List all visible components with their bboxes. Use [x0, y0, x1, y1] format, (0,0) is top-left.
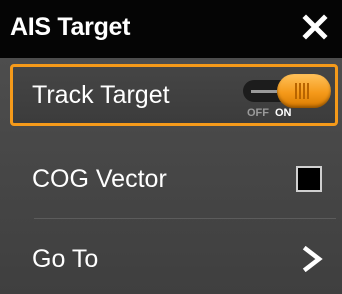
chevron-right-icon[interactable]: [302, 246, 324, 272]
toggle-track-line: [251, 90, 277, 93]
dialog-header: AIS Target: [0, 0, 342, 58]
divider: [34, 218, 336, 219]
menu-panel: Track Target OFF ON COG Vector Go To: [0, 58, 342, 294]
menu-item-cog-vector[interactable]: COG Vector: [10, 148, 338, 210]
toggle-off-label: OFF: [247, 107, 269, 119]
close-button[interactable]: [302, 14, 328, 40]
close-icon: [302, 14, 328, 40]
menu-item-label: Go To: [32, 244, 99, 273]
dialog-title: AIS Target: [10, 12, 131, 41]
grip-icon: [295, 83, 311, 99]
track-target-toggle[interactable]: OFF ON: [235, 70, 331, 120]
menu-item-track-target[interactable]: Track Target OFF ON: [10, 64, 338, 126]
menu-item-go-to[interactable]: Go To: [10, 228, 338, 290]
menu-item-label: Track Target: [32, 80, 170, 109]
toggle-knob[interactable]: [277, 74, 331, 108]
toggle-on-label: ON: [275, 107, 292, 119]
cog-vector-checkbox[interactable]: [296, 166, 322, 192]
menu-item-label: COG Vector: [32, 164, 167, 193]
